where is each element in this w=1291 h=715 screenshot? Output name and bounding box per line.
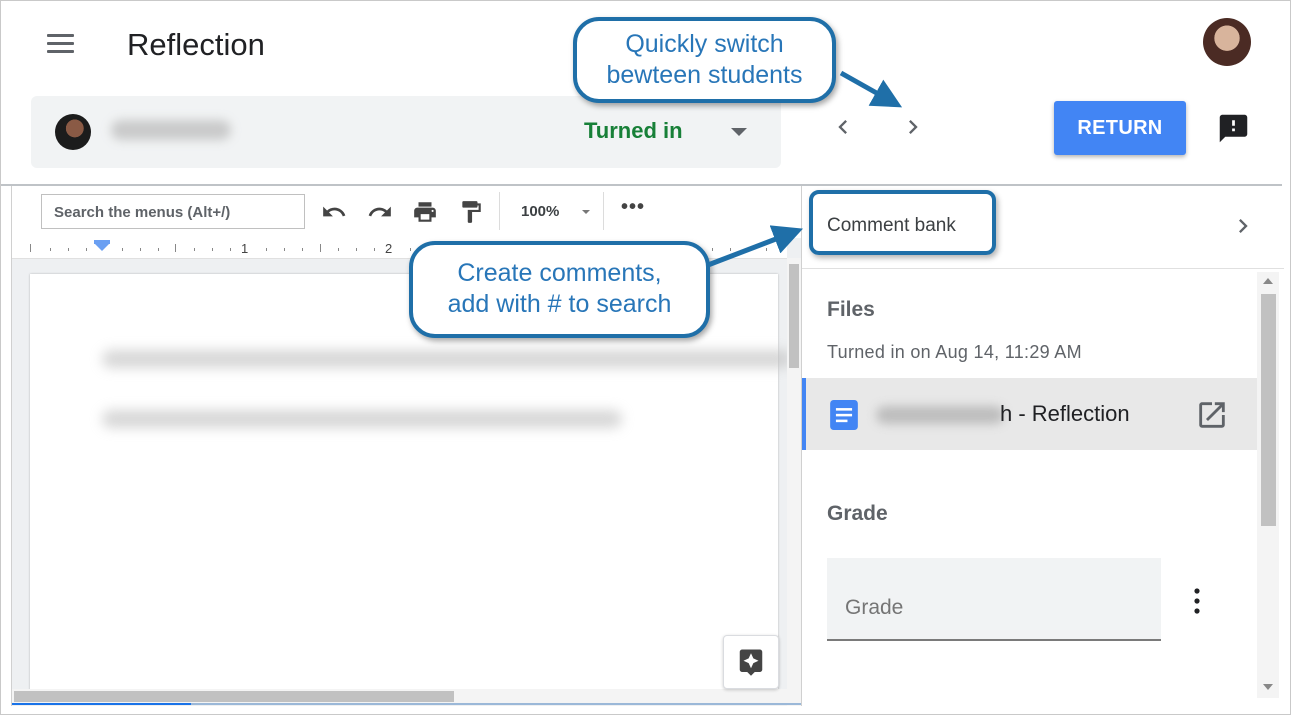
arrow-to-next-student [839,70,903,108]
callout-text-line: Create comments, [457,259,662,287]
ruler-number: 1 [241,241,249,256]
explore-button[interactable] [723,635,779,689]
profile-avatar[interactable] [1203,18,1251,66]
progress-line [12,703,192,705]
scroll-down-icon[interactable] [1263,684,1273,690]
paint-format-icon[interactable] [458,199,484,225]
page-title: Reflection [127,27,265,62]
more-vert-icon[interactable] [1192,586,1202,616]
doc-toolbar: Search the menus (Alt+/) 100% ••• [12,186,801,238]
google-docs-icon [830,400,858,430]
explore-icon [739,649,763,676]
redo-icon[interactable] [367,199,393,225]
app-frame: Reflection Turned in RETURN Search the m… [0,0,1291,715]
files-heading: Files [827,298,875,321]
toolbar-divider [499,192,500,230]
previous-student-icon[interactable] [829,113,857,141]
print-icon[interactable] [412,199,438,225]
ruler-number: 2 [385,241,393,256]
attached-file-row[interactable]: h - Reflection [802,378,1257,450]
open-in-new-icon[interactable] [1195,398,1229,432]
return-button[interactable]: RETURN [1054,101,1186,155]
callout-text-line: bewteen students [606,61,803,89]
indent-marker-arrow[interactable] [94,243,110,251]
doc-vertical-scrollbar[interactable] [787,258,801,706]
callout-create-comments: Create comments, add with # to search [409,241,710,338]
scroll-up-icon[interactable] [1263,278,1273,284]
zoom-select[interactable]: 100% [521,203,559,220]
grade-heading: Grade [827,502,888,525]
callout-switch-students: Quickly switch bewteen students [573,17,836,103]
scroll-thumb[interactable] [1261,294,1276,526]
feedback-icon[interactable] [1217,112,1250,145]
callout-text-line: add with # to search [447,290,672,318]
chevron-down-icon[interactable] [731,128,747,136]
search-menus-input[interactable]: Search the menus (Alt+/) [41,194,305,229]
panel-scrollbar[interactable] [1257,272,1279,698]
student-avatar [55,114,91,150]
chevron-right-icon[interactable] [1229,212,1257,240]
hamburger-menu-icon[interactable] [47,34,74,54]
grade-input[interactable] [827,558,1161,641]
file-name-redacted [876,406,1004,424]
grading-panel: Comment bank Files Turned in on Aug 14, … [801,186,1284,706]
more-options-icon[interactable]: ••• [621,196,645,219]
next-student-icon[interactable] [899,113,927,141]
callout-text-line: Quickly switch [625,30,784,58]
turned-in-timestamp: Turned in on Aug 14, 11:29 AM [827,342,1082,362]
redacted-text-line [102,410,622,428]
zoom-caret-icon [582,210,590,214]
redacted-text-line [102,350,792,368]
comment-bank-highlight [809,190,996,255]
submission-status: Turned in [584,118,683,143]
undo-icon[interactable] [321,199,347,225]
student-selector[interactable]: Turned in [31,96,781,168]
doc-horizontal-scrollbar[interactable] [12,689,787,703]
toolbar-divider [603,192,604,230]
file-name: h - Reflection [1000,401,1130,426]
student-name-redacted [111,120,231,140]
